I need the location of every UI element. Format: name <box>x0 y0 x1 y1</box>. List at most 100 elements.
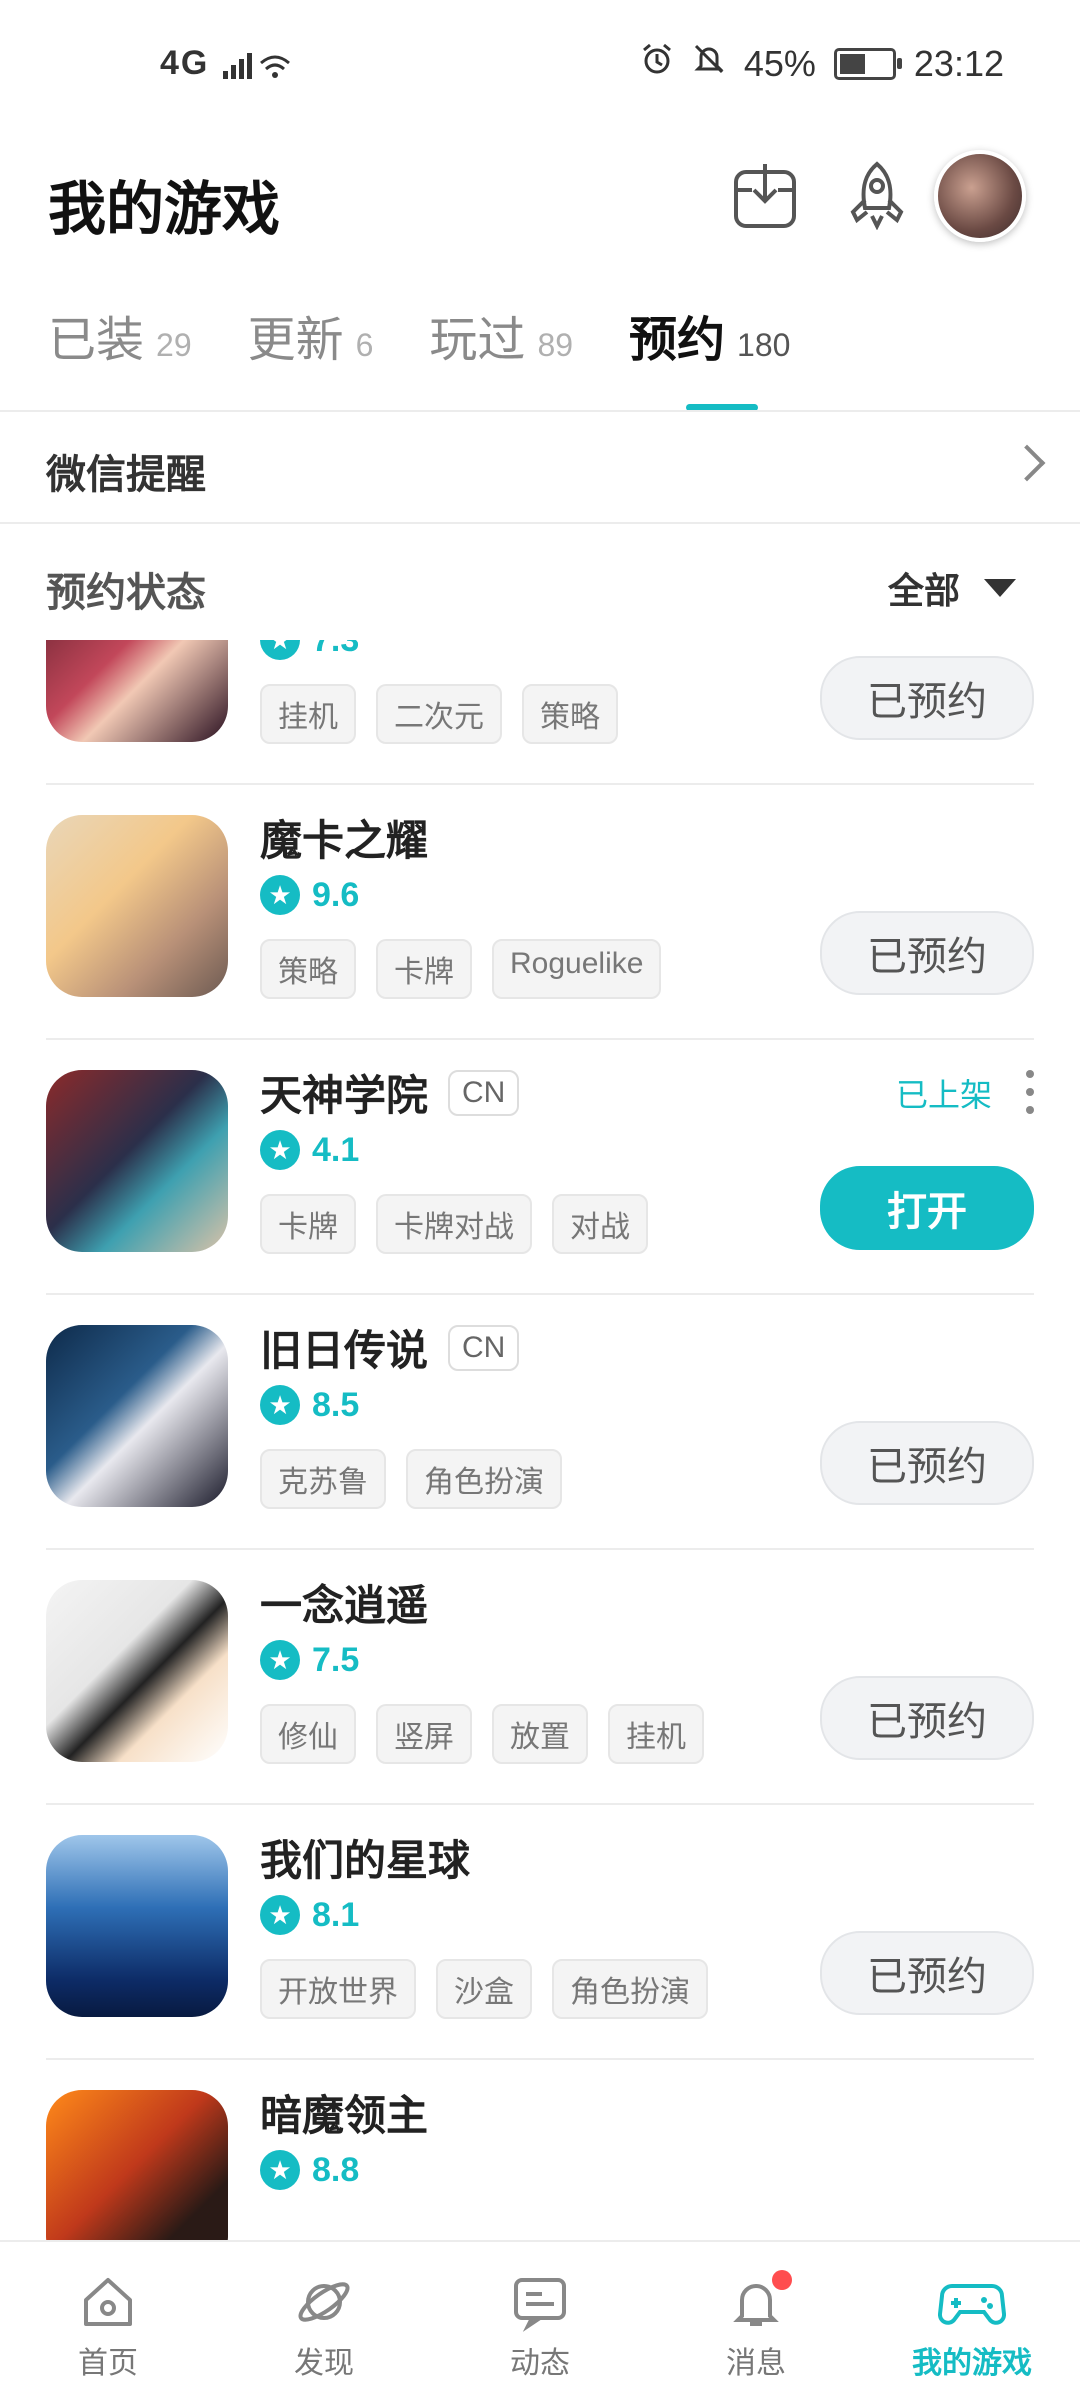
game-name: 旧日传说 <box>260 1327 429 1374</box>
tag: 挂机 <box>260 684 356 744</box>
tag: 卡牌 <box>376 939 472 999</box>
bottom-nav: 首页 发现 动态 消息 我的游戏 <box>0 2240 1080 2402</box>
game-name: 一念逍遥 <box>260 1582 429 1629</box>
game-name: 我们的星球 <box>260 1837 471 1884</box>
header: 我的游戏 <box>48 150 1032 250</box>
signal-icon: 4G <box>160 44 291 83</box>
list-item[interactable]: 旧日传说 CN ★ 8.5 克苏鲁 角色扮演 已预约 <box>0 1295 1080 1550</box>
nav-home[interactable]: 首页 <box>0 2242 216 2402</box>
star-icon: ★ <box>260 1130 300 1170</box>
tag: 挂机 <box>608 1704 704 1764</box>
tag-list: 策略 卡牌 Roguelike <box>260 939 662 999</box>
launched-status: 已上架 <box>895 1077 992 1113</box>
rating: ★ 8.8 <box>260 2150 359 2190</box>
nav-discover[interactable]: 发现 <box>216 2242 432 2402</box>
game-icon <box>46 640 228 742</box>
status-bar: 4G 45% 23:12 <box>0 0 1080 130</box>
status-filter-dropdown[interactable]: 全部 <box>888 562 1016 614</box>
tag: 卡牌对战 <box>376 1194 532 1254</box>
wechat-reminder-label: 微信提醒 <box>46 453 206 497</box>
avatar[interactable] <box>934 150 1026 242</box>
reserved-button[interactable]: 已预约 <box>820 1676 1034 1760</box>
chevron-right-icon <box>1008 444 1046 482</box>
tab-bar: 已装 29 更新 6 玩过 89 预约 180 <box>48 300 846 370</box>
tag: 竖屏 <box>376 1704 472 1764</box>
star-icon: ★ <box>260 640 300 660</box>
battery-icon <box>833 47 902 80</box>
tag: 二次元 <box>376 684 502 744</box>
game-list: ★7.3 挂机 二次元 策略 已预约 魔卡之耀 ★9.6 策略 卡牌 Rogue… <box>0 640 1080 2240</box>
list-item[interactable]: 天神学院 CN 已上架 ★ 4.1 卡牌 卡牌对战 对战 打开 <box>0 1040 1080 1295</box>
tag: 克苏鲁 <box>260 1449 386 1509</box>
planet-icon <box>298 2282 350 2322</box>
nav-feed[interactable]: 动态 <box>432 2242 648 2402</box>
tab-reserved[interactable]: 预约 180 <box>629 300 790 370</box>
caret-down-icon <box>984 579 1016 597</box>
list-item[interactable]: 我们的星球 ★ 8.1 开放世界 沙盒 角色扮演 已预约 <box>0 1805 1080 2060</box>
game-icon <box>46 1070 228 1252</box>
open-button[interactable]: 打开 <box>820 1166 1034 1250</box>
reserved-button[interactable]: 已预约 <box>820 1931 1034 2015</box>
game-name: 天神学院 <box>260 1072 429 1119</box>
tag: 角色扮演 <box>406 1449 562 1509</box>
download-manager-icon[interactable] <box>720 150 810 240</box>
list-item[interactable]: 一念逍遥 ★ 7.5 修仙 竖屏 放置 挂机 已预约 <box>0 1550 1080 1805</box>
battery-percent: 45% <box>743 42 816 84</box>
star-icon: ★ <box>260 1640 300 1680</box>
reservation-filter-row: 预约状态 全部 <box>0 530 1080 630</box>
game-icon <box>46 815 228 997</box>
region-badge: CN <box>448 1069 520 1116</box>
tag: 角色扮演 <box>552 1959 708 2019</box>
list-item[interactable]: 暗魔领主 ★ 8.8 <box>0 2060 1080 2240</box>
tag: 沙盒 <box>436 1959 532 2019</box>
rating: ★ 8.1 <box>260 1895 359 1935</box>
game-icon <box>46 2090 228 2240</box>
list-item[interactable]: ★7.3 挂机 二次元 策略 已预约 <box>0 640 1080 785</box>
tag-list: 卡牌 卡牌对战 对战 <box>260 1194 648 1254</box>
tab-updates[interactable]: 更新 6 <box>248 300 374 370</box>
rating: ★ 7.5 <box>260 1640 359 1680</box>
tag-list: 修仙 竖屏 放置 挂机 <box>260 1704 704 1764</box>
notification-dot <box>772 2270 792 2290</box>
region-badge: CN <box>448 1324 520 1371</box>
tag: 放置 <box>492 1704 588 1764</box>
nav-messages[interactable]: 消息 <box>648 2242 864 2402</box>
game-icon <box>46 1580 228 1762</box>
tab-installed[interactable]: 已装 29 <box>48 300 192 370</box>
tag: 策略 <box>522 684 618 744</box>
rating: ★ 9.6 <box>260 875 359 915</box>
rocket-icon[interactable] <box>832 150 922 240</box>
filter-value: 全部 <box>887 570 960 611</box>
wechat-reminder-row[interactable]: 微信提醒 <box>0 412 1080 522</box>
page-title: 我的游戏 <box>48 177 281 242</box>
tag: 卡牌 <box>260 1194 356 1254</box>
game-name: 暗魔领主 <box>260 2092 429 2139</box>
tag: Roguelike <box>492 939 662 999</box>
star-icon: ★ <box>260 2150 300 2190</box>
tag: 修仙 <box>260 1704 356 1764</box>
rating: ★ 8.5 <box>260 1385 359 1425</box>
game-icon <box>46 1835 228 2017</box>
reserved-button[interactable]: 已预约 <box>820 656 1034 740</box>
alarm-icon <box>640 42 674 85</box>
more-options-icon[interactable] <box>1024 1070 1036 1114</box>
reserved-button[interactable]: 已预约 <box>820 911 1034 995</box>
nav-my-games[interactable]: 我的游戏 <box>864 2242 1080 2402</box>
network-label: 4G <box>160 44 210 82</box>
tag-list: 开放世界 沙盒 角色扮演 <box>260 1959 708 2019</box>
reserved-button[interactable]: 已预约 <box>820 1421 1034 1505</box>
tag: 开放世界 <box>260 1959 416 2019</box>
chat-icon <box>514 2278 566 2332</box>
status-right: 45% 23:12 <box>640 42 1004 85</box>
tag-list: 克苏鲁 角色扮演 <box>260 1449 562 1509</box>
gamepad-icon <box>938 2284 1006 2325</box>
home-icon <box>84 2278 132 2326</box>
list-item[interactable]: 魔卡之耀 ★ 9.6 策略 卡牌 Roguelike 已预约 <box>0 785 1080 1040</box>
divider <box>0 522 1080 524</box>
tag-list: 挂机 二次元 策略 <box>260 684 618 744</box>
tag: 策略 <box>260 939 356 999</box>
tag: 对战 <box>552 1194 648 1254</box>
star-icon: ★ <box>260 875 300 915</box>
star-icon: ★ <box>260 1385 300 1425</box>
tab-played[interactable]: 玩过 89 <box>429 300 573 370</box>
